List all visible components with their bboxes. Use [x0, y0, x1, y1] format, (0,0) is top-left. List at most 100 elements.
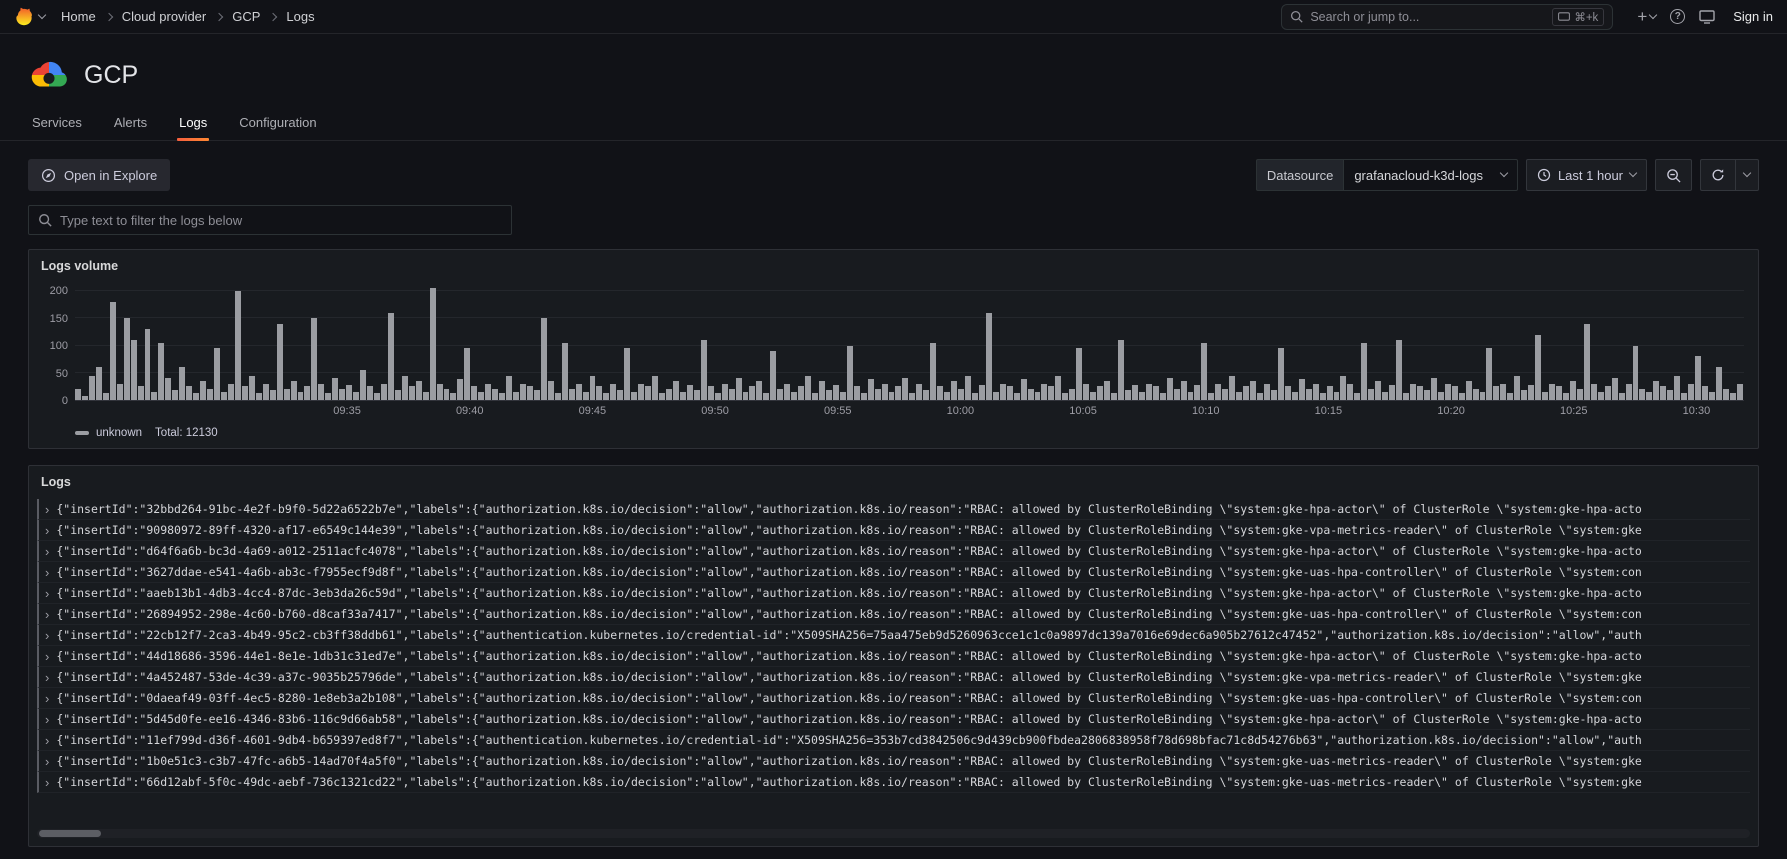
log-line-text: {"insertId":"0daeaf49-03ff-4ec5-8280-1e8… — [56, 691, 1642, 705]
zoom-out-button[interactable] — [1655, 159, 1692, 191]
tab-configuration[interactable]: Configuration — [237, 108, 318, 140]
keyboard-shortcut-badge: ⌘+k — [1552, 7, 1605, 26]
monitor-icon — [1699, 9, 1715, 24]
x-axis: 09:35 09:40 09:45 09:50 09:55 10:00 10:05 10:10… — [333, 405, 1711, 417]
gcp-logo-icon — [28, 58, 70, 92]
global-search-input[interactable] — [1310, 9, 1546, 24]
log-line-text: {"insertId":"66d12abf-5f0c-49dc-aebf-736… — [56, 775, 1642, 789]
datasource-label: Datasource — [1255, 159, 1344, 191]
log-row[interactable]: › {"insertId":"d64f6a6b-bc3d-4a69-a012-25… — [37, 541, 1750, 562]
breadcrumb-separator-icon — [269, 12, 278, 21]
log-row[interactable]: › {"insertId":"66d12abf-5f0c-49dc-aebf-73… — [37, 772, 1750, 793]
logs-volume-panel-title[interactable]: Logs volume — [29, 250, 130, 277]
log-row[interactable]: › {"insertId":"0daeaf49-03ff-4ec5-8280-1e… — [37, 688, 1750, 709]
tab-services[interactable]: Services — [30, 108, 84, 140]
log-line-text: {"insertId":"44d18686-3596-44e1-8e1e-1db… — [56, 649, 1642, 663]
log-row[interactable]: › {"insertId":"32bbd264-91bc-4e2f-b9f0-5d… — [37, 499, 1750, 520]
logs-volume-panel: Logs volume 0 50 100 150 200 09:35 09:40 09:45… — [28, 249, 1759, 449]
grafana-home-button[interactable] — [14, 6, 47, 27]
breadcrumb-item-cloud-provider[interactable]: Cloud provider — [122, 9, 207, 24]
breadcrumb-item-gcp[interactable]: GCP — [232, 9, 260, 24]
logs-volume-bars — [75, 283, 1744, 400]
datasource-select[interactable]: grafanacloud-k3d-logs — [1343, 159, 1518, 191]
open-in-explore-button[interactable]: Open in Explore — [28, 159, 171, 191]
expand-chevron-icon[interactable]: › — [41, 734, 49, 747]
refresh-split-button — [1700, 159, 1759, 191]
time-range-button[interactable]: Last 1 hour — [1525, 159, 1647, 191]
expand-chevron-icon[interactable]: › — [41, 671, 49, 684]
logs-panel-title[interactable]: Logs — [29, 466, 1758, 493]
log-row[interactable]: › {"insertId":"aaeb13b1-4db3-4cc4-87dc-3e… — [37, 583, 1750, 604]
expand-chevron-icon[interactable]: › — [41, 566, 49, 579]
refresh-button[interactable] — [1700, 159, 1735, 191]
y-axis: 0 50 100 150 200 — [49, 285, 68, 407]
log-row[interactable]: › {"insertId":"22cb12f7-2ca3-4b49-95c2-cb… — [37, 625, 1750, 646]
keyboard-icon — [1558, 12, 1571, 21]
log-line-text: {"insertId":"aaeb13b1-4db3-4cc4-87dc-3eb… — [56, 586, 1642, 600]
add-button[interactable]: + — [1637, 7, 1658, 26]
global-search-box[interactable]: ⌘+k — [1281, 3, 1614, 30]
expand-chevron-icon[interactable]: › — [41, 587, 49, 600]
log-line-text: {"insertId":"3627ddae-e541-4a6b-ab3c-f79… — [56, 565, 1642, 579]
help-icon: ? — [1670, 9, 1686, 24]
log-rows-container: › {"insertId":"32bbd264-91bc-4e2f-b9f0-5d… — [37, 499, 1750, 826]
log-row[interactable]: › {"insertId":"11ef799d-d36f-4601-9db4-b6… — [37, 730, 1750, 751]
expand-chevron-icon[interactable]: › — [41, 629, 49, 642]
chart-legend: unknown Total: 12130 — [29, 423, 1758, 439]
refresh-caret-icon — [1742, 168, 1752, 178]
sign-in-link[interactable]: Sign in — [1733, 9, 1773, 24]
expand-chevron-icon[interactable]: › — [41, 713, 49, 726]
news-button[interactable] — [1699, 9, 1715, 24]
expand-chevron-icon[interactable]: › — [41, 776, 49, 789]
plot-area[interactable] — [75, 283, 1744, 401]
log-row[interactable]: › {"insertId":"1b0e51c3-c3b7-47fc-a6b5-14… — [37, 751, 1750, 772]
refresh-icon — [1711, 168, 1725, 182]
log-line-text: {"insertId":"26894952-298e-4c60-b760-d8c… — [56, 607, 1642, 621]
log-row[interactable]: › {"insertId":"44d18686-3596-44e1-8e1e-1d… — [37, 646, 1750, 667]
page-header: GCP — [0, 34, 1787, 92]
breadcrumb-item-home[interactable]: Home — [61, 9, 96, 24]
log-line-text: {"insertId":"4a452487-53de-4c39-a37c-903… — [56, 670, 1642, 684]
expand-chevron-icon[interactable]: › — [41, 503, 49, 516]
logo-caret-icon — [37, 10, 47, 19]
log-line-text: {"insertId":"1b0e51c3-c3b7-47fc-a6b5-14a… — [56, 754, 1642, 768]
scrollbar-thumb[interactable] — [39, 830, 101, 837]
breadcrumb: Home Cloud provider GCP Logs — [61, 9, 315, 24]
expand-chevron-icon[interactable]: › — [41, 524, 49, 537]
legend-series-label[interactable]: unknown — [96, 427, 142, 439]
expand-chevron-icon[interactable]: › — [41, 545, 49, 558]
log-line-text: {"insertId":"d64f6a6b-bc3d-4a69-a012-251… — [56, 544, 1642, 558]
plus-icon: + — [1637, 7, 1648, 26]
search-icon — [1290, 10, 1303, 23]
log-row[interactable]: › {"insertId":"4a452487-53de-4c39-a37c-90… — [37, 667, 1750, 688]
datasource-picker: Datasource grafanacloud-k3d-logs — [1255, 159, 1518, 191]
expand-chevron-icon[interactable]: › — [41, 755, 49, 768]
refresh-interval-button[interactable] — [1735, 159, 1759, 191]
expand-chevron-icon[interactable]: › — [41, 692, 49, 705]
clock-icon — [1537, 168, 1551, 182]
help-button[interactable]: ? — [1670, 9, 1686, 24]
breadcrumb-item-logs[interactable]: Logs — [286, 9, 314, 24]
log-line-text: {"insertId":"90980972-89ff-4320-af17-e65… — [56, 523, 1642, 537]
log-row[interactable]: › {"insertId":"3627ddae-e541-4a6b-ab3c-f7… — [37, 562, 1750, 583]
tab-alerts[interactable]: Alerts — [112, 108, 149, 140]
log-filter-input[interactable] — [60, 212, 502, 228]
log-line-text: {"insertId":"22cb12f7-2ca3-4b49-95c2-cb3… — [56, 628, 1642, 642]
expand-chevron-icon[interactable]: › — [41, 650, 49, 663]
compass-icon — [41, 168, 56, 183]
expand-chevron-icon[interactable]: › — [41, 608, 49, 621]
log-row[interactable]: › {"insertId":"5d45d0fe-ee16-4346-83b6-11… — [37, 709, 1750, 730]
tab-bar: Services Alerts Logs Configuration — [0, 108, 1787, 141]
datasource-caret-icon — [1499, 168, 1509, 178]
filter-search-icon — [38, 213, 52, 227]
zoom-out-icon — [1666, 168, 1681, 183]
log-filter-box[interactable] — [28, 205, 512, 235]
log-row[interactable]: › {"insertId":"90980972-89ff-4320-af17-e6… — [37, 520, 1750, 541]
horizontal-scrollbar[interactable] — [37, 829, 1750, 838]
add-caret-icon — [1649, 10, 1658, 19]
time-range-caret-icon — [1628, 168, 1638, 178]
top-navbar: Home Cloud provider GCP Logs ⌘+k + ? — [0, 0, 1787, 34]
log-row[interactable]: › {"insertId":"26894952-298e-4c60-b760-d8… — [37, 604, 1750, 625]
log-line-text: {"insertId":"32bbd264-91bc-4e2f-b9f0-5d2… — [56, 502, 1642, 516]
tab-logs[interactable]: Logs — [177, 108, 210, 141]
